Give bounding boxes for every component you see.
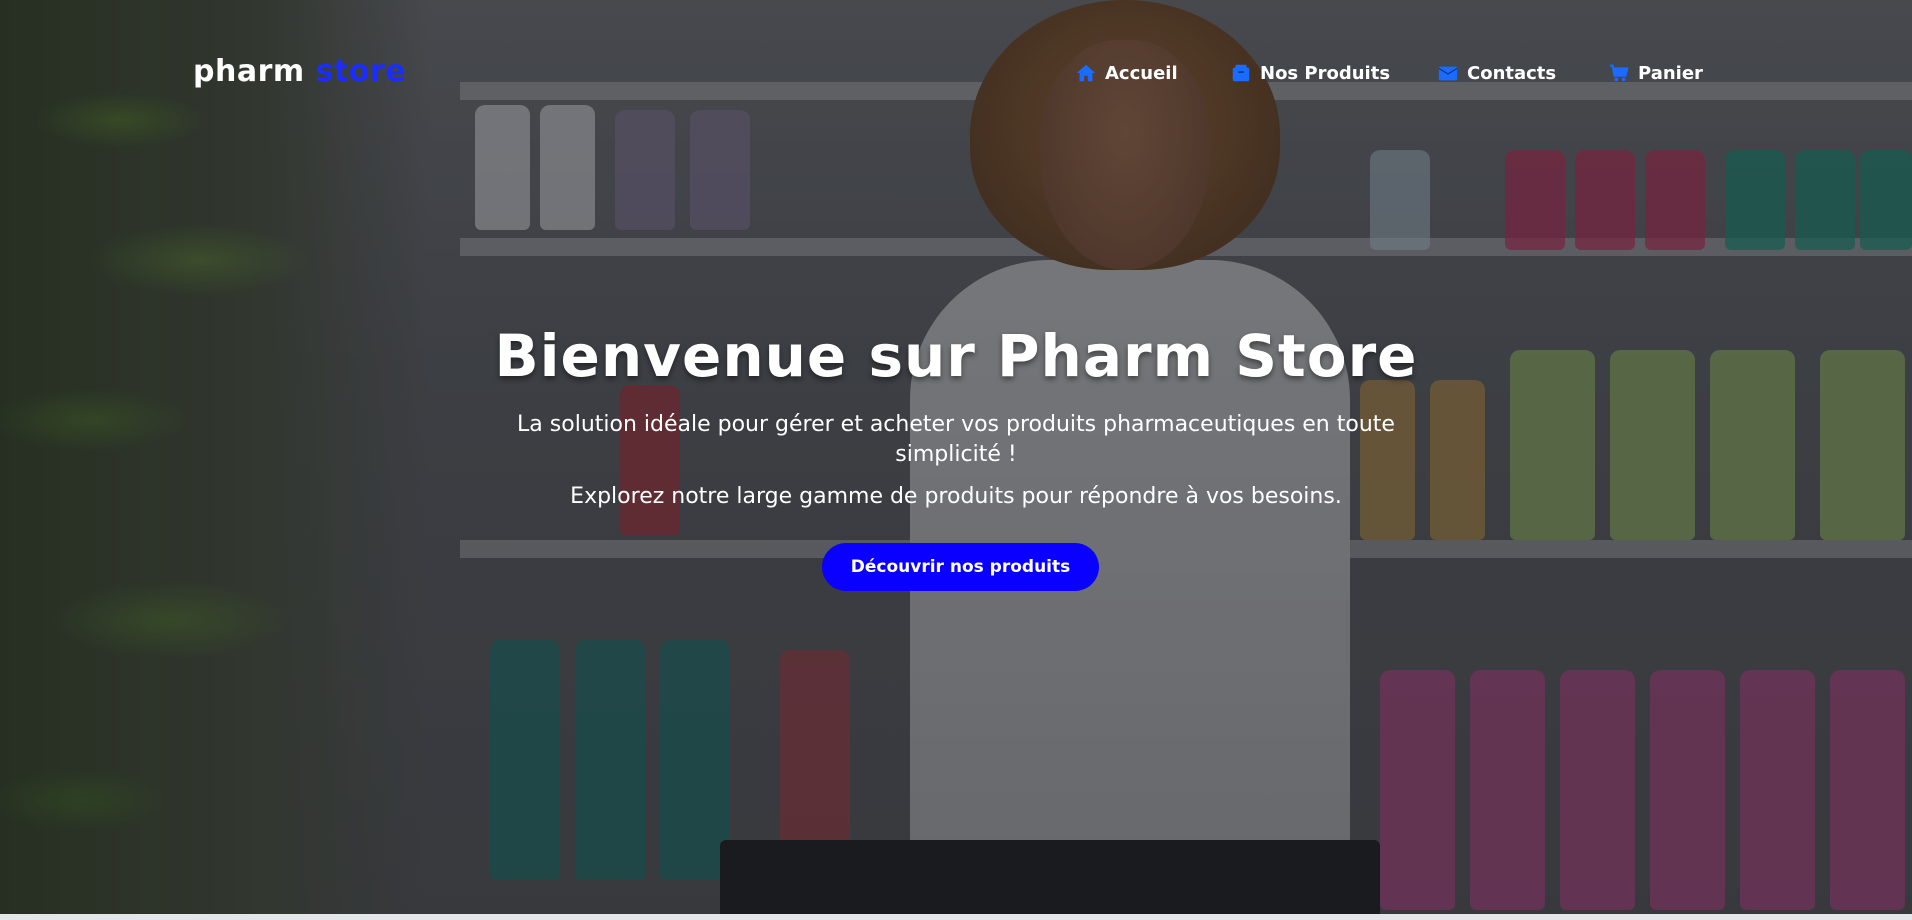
- nav-label: Panier: [1638, 62, 1703, 84]
- nav-item-panier[interactable]: Panier: [1608, 62, 1703, 84]
- nav-item-contacts[interactable]: Contacts: [1437, 62, 1556, 84]
- discover-products-button[interactable]: Découvrir nos produits: [822, 543, 1099, 591]
- envelope-icon: [1438, 66, 1458, 81]
- logo-text-main: pharm: [193, 54, 305, 89]
- page-bottom-edge: [0, 914, 1912, 920]
- nav-item-accueil[interactable]: Accueil: [1075, 62, 1178, 84]
- hero-title: Bienvenue sur Pharm Store: [494, 322, 1418, 390]
- cart-icon: [1609, 64, 1629, 82]
- hero-section: pharm store Accueil Nos Produits Contact…: [0, 0, 1912, 914]
- nav-label: Contacts: [1467, 62, 1557, 84]
- logo-text-accent: store: [315, 54, 407, 89]
- nav-label: Accueil: [1105, 62, 1178, 84]
- box-icon: [1232, 64, 1250, 82]
- hero-description: Explorez notre large gamme de produits p…: [570, 484, 1342, 509]
- nav-label: Nos Produits: [1260, 62, 1391, 84]
- nav-item-nos-produits[interactable]: Nos Produits: [1230, 62, 1390, 84]
- home-icon: [1076, 64, 1096, 82]
- hero-subtitle: La solution idéale pour gérer et acheter…: [517, 412, 1395, 467]
- site-logo[interactable]: pharm store: [193, 54, 406, 89]
